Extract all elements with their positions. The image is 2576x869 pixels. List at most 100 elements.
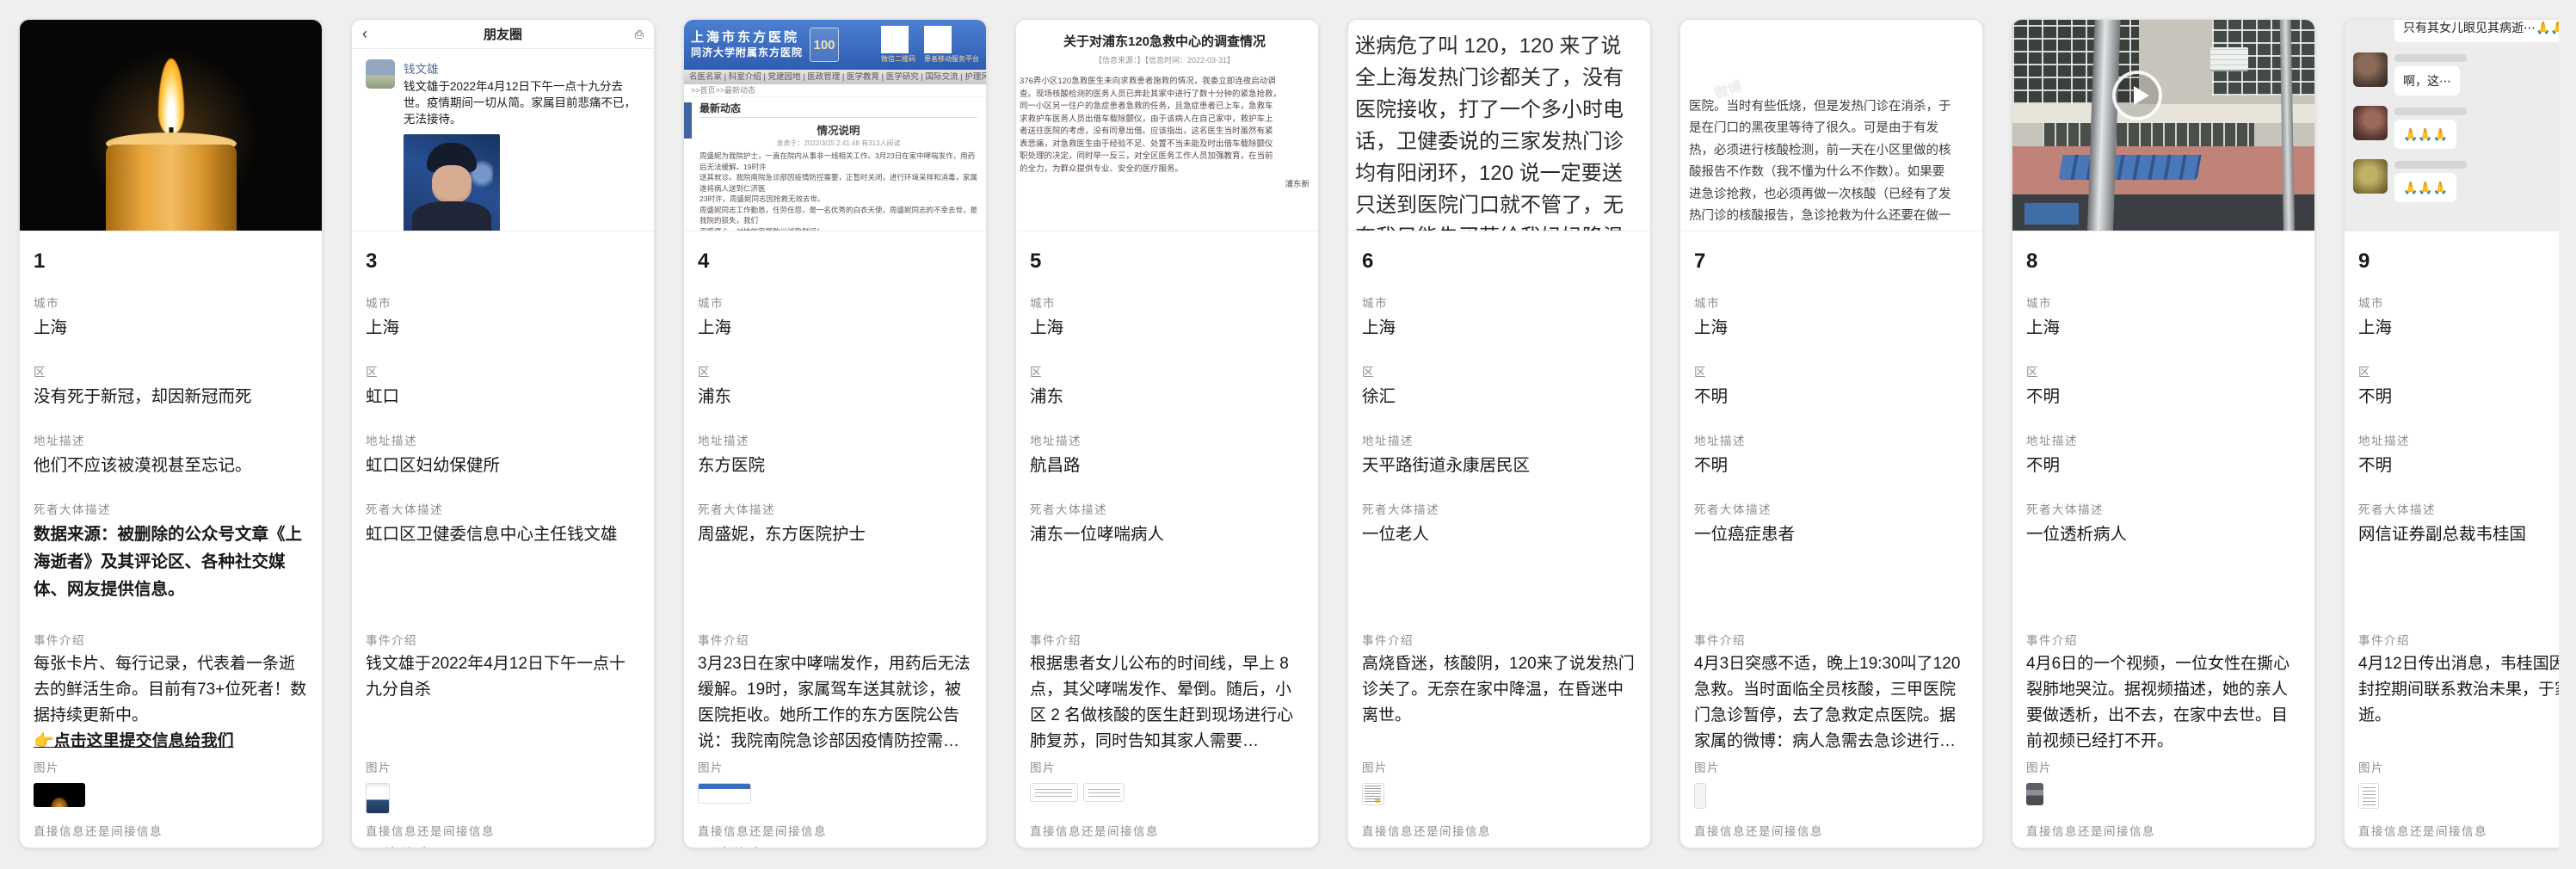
field-label: 图片 — [366, 758, 640, 779]
field-label: 地址描述 — [2358, 431, 2559, 452]
field-value: 上海 — [1362, 314, 1636, 342]
attachment-thumbnail-video[interactable] — [2026, 783, 2043, 805]
record-card[interactable]: 1 城市 上海 区 没有死于新冠，却因新冠而死 地址描述 他们不应该被漠视甚至忘… — [19, 19, 323, 848]
field-label: 地址描述 — [1694, 431, 1969, 452]
notice-body: 周盛妮为我院护士，一直在院内从事非一线相关工作。3月23日在家中哮喘发作，用药后… — [699, 151, 977, 231]
sidebar-block — [684, 102, 692, 139]
field-city: 城市 上海 — [34, 293, 308, 362]
field-event: 事件介绍 高烧昏迷，核酸阴，120来了说发热门诊关了。无奈在家中降温，在昏迷中离… — [1362, 631, 1636, 758]
field-label: 地址描述 — [1362, 431, 1636, 452]
field-district: 区 不明 — [2026, 362, 2301, 431]
field-event: 事件介绍 4月3日突感不适，晚上19:30叫了120急救。当时面临全员核酸，三甲… — [1694, 631, 1969, 758]
field-value: 周盛妮，东方医院护士 — [698, 521, 972, 548]
field-value: 一位透析病人 — [2026, 521, 2301, 548]
field-image: 图片 — [2026, 758, 2301, 822]
field-value: 上海 — [2026, 314, 2301, 342]
field-label: 区 — [2026, 362, 2301, 383]
building-window-grid — [2043, 123, 2254, 148]
field-district: 区 没有死于新冠，却因新冠而死 — [34, 362, 308, 431]
field-label: 区 — [34, 362, 308, 383]
field-value: 不明 — [2358, 452, 2559, 479]
field-label: 图片 — [1362, 758, 1636, 779]
field-value: 每张卡片、每行记录，代表着一条逝去的鲜活生命。目前有73+位死者！数据持续更新中… — [34, 651, 308, 755]
record-card[interactable]: 微博 微博 医院。当时有些低烧，但是发热门诊在消杀，于 是在门口的黑夜里等待了很… — [1679, 19, 1983, 848]
attachment-thumbnail-text[interactable] — [1694, 783, 1706, 809]
field-label: 区 — [698, 362, 972, 383]
field-label: 事件介绍 — [2358, 631, 2559, 651]
section-title: 最新动态 — [699, 101, 977, 118]
breadcrumb: >>首页>>最新动态 — [684, 84, 986, 97]
field-value: 3月23日在家中哮喘发作，用药后无法缓解。19时，家属驾车送其就诊，被医院拒收。… — [698, 651, 972, 755]
field-info-type: 直接信息还是间接信息 — [2026, 822, 2301, 848]
field-address: 地址描述 航昌路 — [1030, 431, 1304, 500]
record-card[interactable]: 只有其女儿眼见其病逝⋯🙏🙏 啊，这⋯ 🙏🙏🙏 — [2344, 19, 2559, 848]
record-card[interactable]: 8 城市 上海 区 不明 地址描述 不明 死者大体描述 一位透析病人 — [2012, 19, 2315, 848]
field-value: 天平路街道永康居民区 — [1362, 452, 1636, 479]
record-card[interactable]: 关于对浦东120急救中心的调查情况 【信息来源：】【信息时间：2022-03-3… — [1015, 19, 1319, 848]
attachment-thumbnail-candle[interactable] — [34, 783, 85, 807]
field-label: 区 — [1030, 362, 1304, 383]
attachment-thumbnail-webpage[interactable] — [698, 783, 751, 804]
field-image: 图片 — [1694, 758, 1969, 822]
avatar — [2353, 52, 2388, 87]
field-label: 图片 — [2026, 758, 2301, 779]
avatar — [366, 59, 395, 89]
field-value: 上海 — [2358, 314, 2559, 342]
record-card[interactable]: ‹ 朋友圈 ⎙ 钱文雄 钱文雄于2022年4月12日下午一点十九分去世。疫情期间… — [351, 19, 655, 848]
field-info-type: 直接信息还是间接信息 网络信息 — [366, 822, 640, 848]
submit-info-link[interactable]: 👉点击这里提交信息给我们 — [34, 729, 308, 755]
field-label: 事件介绍 — [1362, 631, 1636, 651]
field-value: 高烧昏迷，核酸阴，120来了说发热门诊关了。无奈在家中降温，在昏迷中离世。 — [1362, 651, 1636, 729]
attachment-thumbnail-document[interactable] — [1083, 783, 1125, 802]
field-deceased: 死者大体描述 数据来源：被删除的公众号文章《上海逝者》及其评论区、各种社交媒体、… — [34, 500, 308, 631]
field-address: 地址描述 不明 — [2358, 431, 2559, 500]
field-value: 一位老人 — [1362, 521, 1636, 548]
field-address: 地址描述 虹口区妇幼保健所 — [366, 431, 640, 500]
field-value: 根据患者女儿公布的时间线，早上 8 点，其父哮喘发作、晕倒。随后，小区 2 名做… — [1030, 651, 1304, 755]
photo-face — [432, 165, 471, 203]
site-nav[interactable]: 名医名家 | 科室介绍 | 党建园地 | 医政管理 | 医学教育 | 医学研究 … — [684, 70, 986, 84]
blue-awning — [2059, 155, 2203, 180]
field-label: 图片 — [1694, 758, 1969, 779]
field-address: 地址描述 天平路街道永康居民区 — [1362, 431, 1636, 500]
field-deceased: 死者大体描述 周盛妮，东方医院护士 — [698, 500, 972, 631]
wechat-post-photo — [404, 134, 500, 231]
record-number: 7 — [1694, 231, 1969, 293]
anniversary-badge: 100 — [810, 28, 839, 62]
field-label: 区 — [1694, 362, 1969, 383]
field-label: 直接信息还是间接信息 — [2026, 822, 2301, 842]
field-city: 城市 上海 — [1362, 293, 1636, 362]
document-title: 关于对浦东120急救中心的调查情况 — [1020, 32, 1310, 50]
back-icon: ‹ — [362, 25, 397, 43]
field-value: 东方医院 — [698, 452, 972, 479]
field-city: 城市 上海 — [1030, 293, 1304, 362]
attachment-thumbnail-text[interactable] — [1362, 783, 1384, 805]
field-label: 直接信息还是间接信息 — [1362, 822, 1636, 842]
qr-caption: 患者移动服务平台 — [924, 54, 979, 64]
field-value: 浦东一位哮喘病人 — [1030, 521, 1304, 548]
record-card[interactable]: 上海市东方医院 同济大学附属东方医院 100 微信二维码 患者移动服务平台 名医… — [683, 19, 987, 848]
attachment-thumbnail-wechat[interactable] — [366, 783, 390, 814]
field-address: 地址描述 不明 — [1694, 431, 1969, 500]
field-label: 直接信息还是间接信息 — [34, 822, 308, 842]
field-district: 区 不明 — [1694, 362, 1969, 431]
wechat-post: 钱文雄 钱文雄于2022年4月12日下午一点十九分去世。疫情期间一切从简。家属目… — [352, 49, 654, 231]
attachment-thumbnail-document[interactable] — [1030, 783, 1078, 802]
hospital-banner: 上海市东方医院 同济大学附属东方医院 100 微信二维码 患者移动服务平台 — [684, 20, 986, 70]
photo-scarf — [412, 201, 491, 231]
play-button-icon[interactable] — [2112, 71, 2162, 120]
field-image: 图片 — [1362, 758, 1636, 822]
field-deceased: 死者大体描述 浦东一位哮喘病人 — [1030, 500, 1304, 631]
attachment-thumbnail-chat[interactable] — [2358, 783, 2379, 809]
field-label: 死者大体描述 — [1362, 500, 1636, 521]
field-label: 区 — [366, 362, 640, 383]
field-image: 图片 — [1030, 758, 1304, 822]
weibo-text: 医院。当时有些低烧，但是发热门诊在消杀，于 是在门口的黑夜里等待了很久。可是由于… — [1689, 100, 1951, 232]
field-city: 城市 上海 — [1694, 293, 1969, 362]
record-card[interactable]: 迷病危了叫 120，120 来了说 全上海发热门诊都关了，没有 医院接收，打了一… — [1347, 19, 1651, 848]
field-label: 城市 — [1030, 293, 1304, 314]
qr-code-icon — [881, 26, 909, 53]
record-cover-video-still — [2012, 20, 2314, 231]
event-text: 每张卡片、每行记录，代表着一条逝去的鲜活生命。目前有73+位死者！数据持续更新中… — [34, 655, 306, 724]
field-label: 城市 — [2026, 293, 2301, 314]
